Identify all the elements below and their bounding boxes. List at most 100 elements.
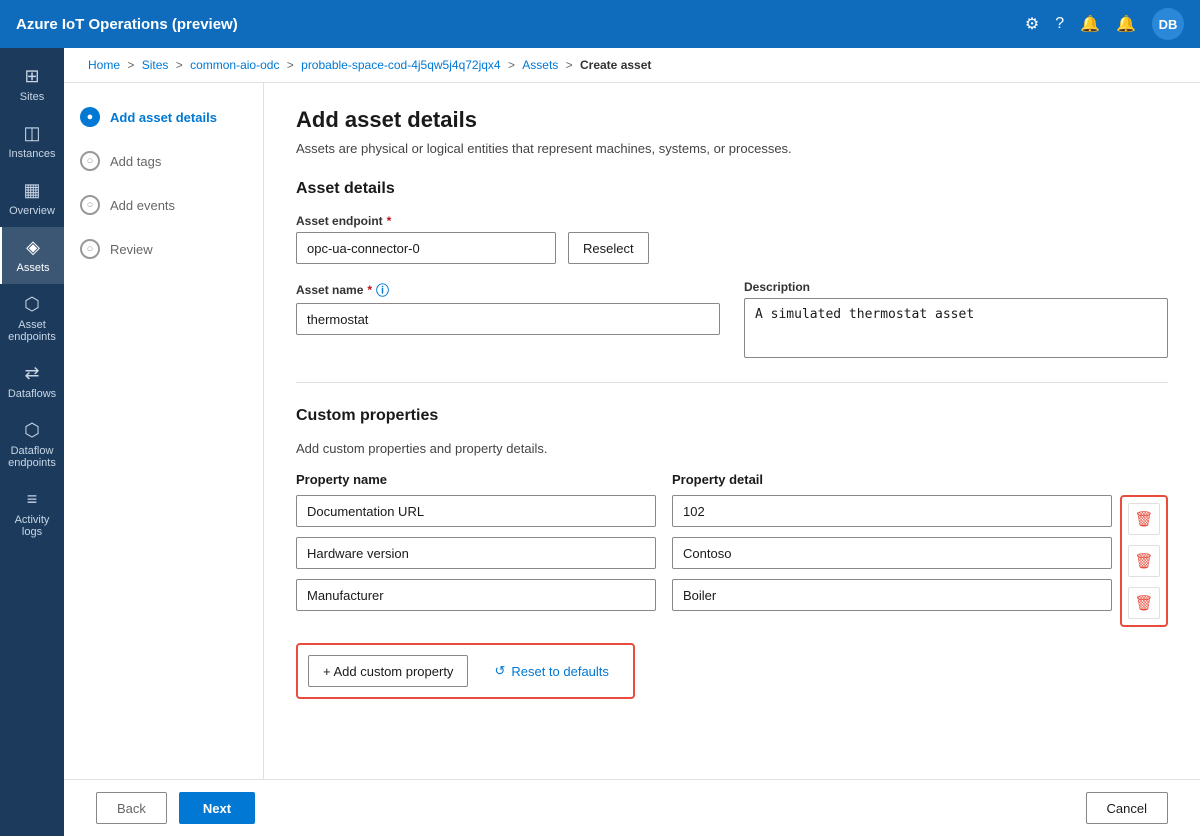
step-circle-1: ●: [80, 107, 100, 127]
breadcrumb-sep-4: >: [508, 58, 518, 72]
sidebar-label-sites: Sites: [20, 91, 44, 103]
delete-prop-button-2[interactable]: 🗑: [1128, 587, 1160, 619]
settings-icon[interactable]: ⚙: [1025, 14, 1039, 34]
breadcrumb: Home > Sites > common-aio-odc > probable…: [64, 48, 1200, 83]
section-divider: [296, 382, 1168, 383]
page-title: Add asset details: [296, 107, 1168, 133]
prop-detail-input-0[interactable]: [672, 495, 1112, 527]
prop-name-input-2[interactable]: [296, 579, 656, 611]
top-nav: Azure IoT Operations (preview) ⚙ ? 🔔 🔔 D…: [0, 0, 1200, 48]
asset-details-section-title: Asset details: [296, 180, 1168, 198]
overview-icon: ▦: [23, 180, 40, 201]
prop-detail-col-header: Property detail: [672, 472, 1112, 487]
step-label-3: Add events: [110, 198, 175, 213]
asset-name-label: Asset name * ⓘ: [296, 280, 720, 299]
sidebar-item-overview[interactable]: ▦ Overview: [0, 170, 64, 227]
sidebar-label-instances: Instances: [8, 148, 55, 160]
prop-name-input-1[interactable]: [296, 537, 656, 569]
asset-endpoints-icon: ⬡: [24, 294, 40, 315]
delete-prop-button-1[interactable]: 🗑: [1128, 545, 1160, 577]
sidebar-item-dataflow-endpoints[interactable]: ⬡ Dataflow endpoints: [0, 410, 64, 479]
prop-rows-container: [296, 495, 1112, 627]
avatar[interactable]: DB: [1152, 8, 1184, 40]
info-icon[interactable]: ⓘ: [376, 280, 389, 299]
prop-row-1: [296, 537, 1112, 569]
sidebar-item-dataflows[interactable]: ⇄ Dataflows: [0, 353, 64, 410]
delete-prop-button-0[interactable]: 🗑: [1128, 503, 1160, 535]
help-icon[interactable]: ?: [1055, 15, 1064, 33]
sidebar: ⊞ Sites ◫ Instances ▦ Overview ◈ Assets …: [0, 48, 64, 836]
bottom-bar: Back Next Cancel: [64, 779, 1200, 836]
step-label-4: Review: [110, 242, 153, 257]
breadcrumb-sep-2: >: [176, 58, 186, 72]
breadcrumb-common-aio-odc[interactable]: common-aio-odc: [190, 58, 279, 72]
asset-name-field: Asset name * ⓘ: [296, 280, 720, 335]
content-area: Home > Sites > common-aio-odc > probable…: [64, 48, 1200, 836]
app-title: Azure IoT Operations (preview): [16, 16, 238, 33]
page-desc: Assets are physical or logical entities …: [296, 141, 1168, 156]
reset-to-defaults-button[interactable]: ↺ Reset to defaults: [480, 655, 622, 687]
sites-icon: ⊞: [24, 66, 39, 87]
sidebar-item-assets[interactable]: ◈ Assets: [0, 227, 64, 284]
step-circle-3: ○: [80, 195, 100, 215]
props-and-delete: 🗑 🗑 🗑: [296, 495, 1168, 627]
add-custom-property-button[interactable]: + Add custom property: [308, 655, 468, 687]
prop-row-0: [296, 495, 1112, 527]
breadcrumb-sep-3: >: [287, 58, 297, 72]
instances-icon: ◫: [23, 123, 40, 144]
sidebar-label-asset-endpoints: Asset endpoints: [4, 319, 60, 343]
prop-name-input-0[interactable]: [296, 495, 656, 527]
prop-name-col-header: Property name: [296, 472, 656, 487]
sidebar-item-instances[interactable]: ◫ Instances: [0, 113, 64, 170]
back-button[interactable]: Back: [96, 792, 167, 824]
cancel-button[interactable]: Cancel: [1086, 792, 1168, 824]
reset-icon: ↺: [494, 663, 505, 679]
prop-detail-input-2[interactable]: [672, 579, 1112, 611]
asset-name-input[interactable]: [296, 303, 720, 335]
top-nav-icons: ⚙ ? 🔔 🔔 DB: [1025, 8, 1184, 40]
next-button[interactable]: Next: [179, 792, 255, 824]
sidebar-item-asset-endpoints[interactable]: ⬡ Asset endpoints: [0, 284, 64, 353]
prop-detail-input-1[interactable]: [672, 537, 1112, 569]
notification-icon[interactable]: 🔔: [1116, 14, 1136, 34]
breadcrumb-sep-5: >: [566, 58, 576, 72]
custom-props-desc: Add custom properties and property detai…: [296, 441, 1168, 456]
endpoint-row: Reselect: [296, 232, 1168, 264]
breadcrumb-assets[interactable]: Assets: [522, 58, 558, 72]
sidebar-item-activity-logs[interactable]: ≡ Activity logs: [0, 479, 64, 548]
breadcrumb-sep-1: >: [127, 58, 137, 72]
step-label-1: Add asset details: [110, 110, 217, 125]
wizard-steps: ● Add asset details ○ Add tags ○ Add eve…: [64, 83, 264, 779]
sidebar-label-activity-logs: Activity logs: [4, 514, 60, 538]
breadcrumb-home[interactable]: Home: [88, 58, 120, 72]
step-add-tags[interactable]: ○ Add tags: [80, 151, 247, 171]
assets-icon: ◈: [26, 237, 40, 258]
breadcrumb-space[interactable]: probable-space-cod-4j5qw5j4q72jqx4: [301, 58, 500, 72]
main-layout: ⊞ Sites ◫ Instances ▦ Overview ◈ Assets …: [0, 48, 1200, 836]
breadcrumb-sites[interactable]: Sites: [142, 58, 169, 72]
step-circle-2: ○: [80, 151, 100, 171]
custom-props-actions-row: + Add custom property ↺ Reset to default…: [296, 643, 635, 699]
prop-row-2: [296, 579, 1112, 611]
step-add-events[interactable]: ○ Add events: [80, 195, 247, 215]
step-label-2: Add tags: [110, 154, 161, 169]
bell-icon[interactable]: 🔔: [1080, 14, 1100, 34]
delete-buttons-column: 🗑 🗑 🗑: [1120, 495, 1168, 627]
required-star-name: *: [367, 283, 372, 297]
breadcrumb-create-asset: Create asset: [580, 58, 651, 72]
asset-endpoint-label: Asset endpoint *: [296, 214, 1168, 228]
sidebar-label-dataflow-endpoints: Dataflow endpoints: [4, 445, 60, 469]
reset-label: Reset to defaults: [511, 664, 609, 679]
step-circle-4: ○: [80, 239, 100, 259]
description-textarea[interactable]: A simulated thermostat asset: [744, 298, 1168, 358]
dataflows-icon: ⇄: [24, 363, 39, 384]
sidebar-label-overview: Overview: [9, 205, 55, 217]
step-add-asset-details[interactable]: ● Add asset details: [80, 107, 247, 127]
asset-endpoint-input[interactable]: [296, 232, 556, 264]
required-star-endpoint: *: [387, 214, 392, 228]
reselect-button[interactable]: Reselect: [568, 232, 649, 264]
step-review[interactable]: ○ Review: [80, 239, 247, 259]
description-field: Description A simulated thermostat asset: [744, 280, 1168, 358]
custom-props-section-title: Custom properties: [296, 407, 1168, 425]
sidebar-item-sites[interactable]: ⊞ Sites: [0, 56, 64, 113]
